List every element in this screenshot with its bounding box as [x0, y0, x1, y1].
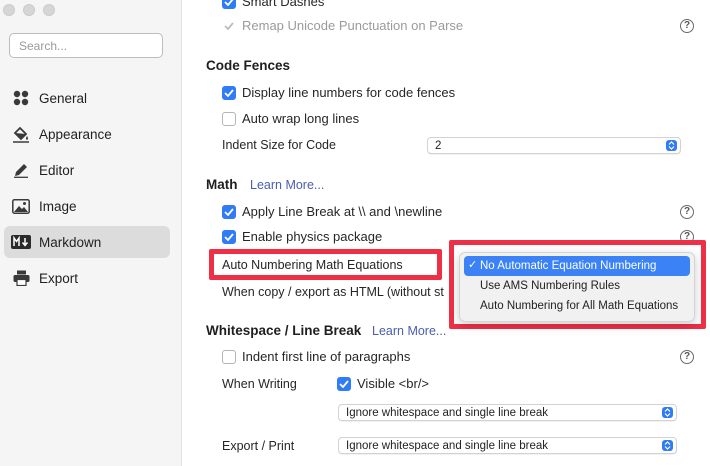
smart-dashes-checkbox[interactable]: [222, 0, 236, 9]
indent-first-line-row: Indent first line of paragraphs: [222, 349, 410, 364]
sidebar-nav: General Appearance Editor Image Markdown: [4, 82, 170, 298]
select-stepper-icon: [662, 407, 673, 418]
indent-first-line-checkbox[interactable]: [222, 349, 236, 364]
display-line-numbers-row: Display line numbers for code fences: [222, 85, 455, 100]
auto-numbering-dropdown-menu[interactable]: ✓ No Automatic Equation Numbering Use AM…: [459, 252, 695, 322]
option-label: Use AMS Numbering Rules: [480, 280, 620, 292]
sidebar-item-editor[interactable]: Editor: [4, 154, 170, 186]
sidebar-item-image[interactable]: Image: [4, 190, 170, 222]
remap-unicode-row: Remap Unicode Punctuation on Parse: [222, 18, 463, 33]
option-label: No Automatic Equation Numbering: [480, 260, 657, 272]
physics-row: Enable physics package: [222, 229, 382, 244]
display-line-numbers-label: Display line numbers for code fences: [242, 85, 456, 100]
zoom-window-button[interactable]: [43, 4, 55, 16]
indent-size-select[interactable]: 2: [427, 137, 681, 154]
sidebar-item-label: Markdown: [39, 234, 102, 250]
remap-unicode-checkbox: [222, 19, 236, 33]
export-print-value: Ignore whitespace and single line break: [346, 439, 549, 452]
sidebar-item-appearance[interactable]: Appearance: [4, 118, 170, 150]
search-input[interactable]: [9, 33, 163, 58]
when-writing-select[interactable]: Ignore whitespace and single line break: [338, 404, 677, 421]
when-writing-label: When Writing: [222, 377, 297, 391]
minimize-window-button[interactable]: [23, 4, 35, 16]
line-break-row: Apply Line Break at \\ and \newline: [222, 204, 442, 219]
when-writing-value: Ignore whitespace and single line break: [346, 406, 549, 419]
label-highlight-box: [209, 249, 442, 280]
select-stepper-icon: [666, 140, 677, 151]
sidebar-item-label: Editor: [39, 162, 75, 178]
indent-size-label: Indent Size for Code: [222, 138, 336, 152]
sidebar-item-label: Appearance: [39, 126, 112, 142]
sidebar-item-export[interactable]: Export: [4, 262, 170, 294]
paint-bucket-icon: [11, 124, 31, 144]
indent-first-line-label: Indent first line of paragraphs: [242, 349, 411, 364]
copy-export-html-label: When copy / export as HTML (without st: [222, 285, 444, 299]
sidebar-item-label: General: [39, 90, 88, 106]
sidebar: General Appearance Editor Image Markdown: [0, 0, 182, 466]
physics-checkbox[interactable]: [222, 229, 236, 244]
image-icon: [11, 196, 31, 216]
whitespace-title: Whitespace / Line Break: [206, 323, 362, 338]
display-line-numbers-checkbox[interactable]: [222, 85, 236, 100]
printer-icon: [11, 268, 31, 288]
sidebar-item-label: Image: [39, 198, 77, 214]
physics-label: Enable physics package: [242, 229, 383, 244]
auto-wrap-row: Auto wrap long lines: [222, 111, 359, 126]
smart-dashes-row: Smart Dashes: [222, 0, 324, 9]
remap-unicode-label: Remap Unicode Punctuation on Parse: [242, 18, 464, 33]
option-no-automatic-numbering[interactable]: ✓ No Automatic Equation Numbering: [464, 256, 690, 276]
visible-br-row: Visible <br/>: [337, 376, 429, 391]
smart-dashes-label: Smart Dashes: [242, 0, 325, 9]
math-learn-more-link[interactable]: Learn More...: [250, 178, 324, 192]
line-break-help-icon[interactable]: ?: [680, 205, 694, 219]
auto-wrap-label: Auto wrap long lines: [242, 111, 360, 126]
export-print-label: Export / Print: [222, 439, 295, 453]
indent-size-value: 2: [435, 139, 442, 152]
sidebar-item-general[interactable]: General: [4, 82, 170, 114]
auto-wrap-checkbox[interactable]: [222, 111, 236, 126]
line-break-label: Apply Line Break at \\ and \newline: [242, 204, 443, 219]
option-ams-numbering[interactable]: Use AMS Numbering Rules: [464, 276, 690, 296]
option-label: Auto Numbering for All Math Equations: [480, 300, 679, 312]
window-controls: [3, 4, 55, 16]
line-break-checkbox[interactable]: [222, 204, 236, 219]
close-window-button[interactable]: [3, 4, 15, 16]
code-fences-title: Code Fences: [206, 58, 291, 73]
sidebar-item-markdown[interactable]: Markdown: [4, 226, 170, 258]
pencil-icon: [11, 160, 31, 180]
whitespace-learn-more-link[interactable]: Learn More...: [372, 324, 446, 338]
option-auto-number-all[interactable]: Auto Numbering for All Math Equations: [464, 296, 690, 316]
select-stepper-icon: [662, 440, 673, 451]
markdown-icon: [11, 232, 31, 252]
remap-unicode-help-icon[interactable]: ?: [680, 19, 694, 33]
visible-br-checkbox[interactable]: [337, 376, 351, 391]
grid-icon: [11, 88, 31, 108]
visible-br-label: Visible <br/>: [357, 376, 430, 391]
checkmark-icon: ✓: [468, 259, 478, 271]
math-title: Math: [206, 177, 238, 192]
export-print-select[interactable]: Ignore whitespace and single line break: [338, 437, 677, 454]
markdown-preferences-pane: Smart Dashes Remap Unicode Punctuation o…: [183, 0, 710, 466]
indent-first-line-help-icon[interactable]: ?: [680, 350, 694, 364]
sidebar-item-label: Export: [39, 270, 79, 286]
